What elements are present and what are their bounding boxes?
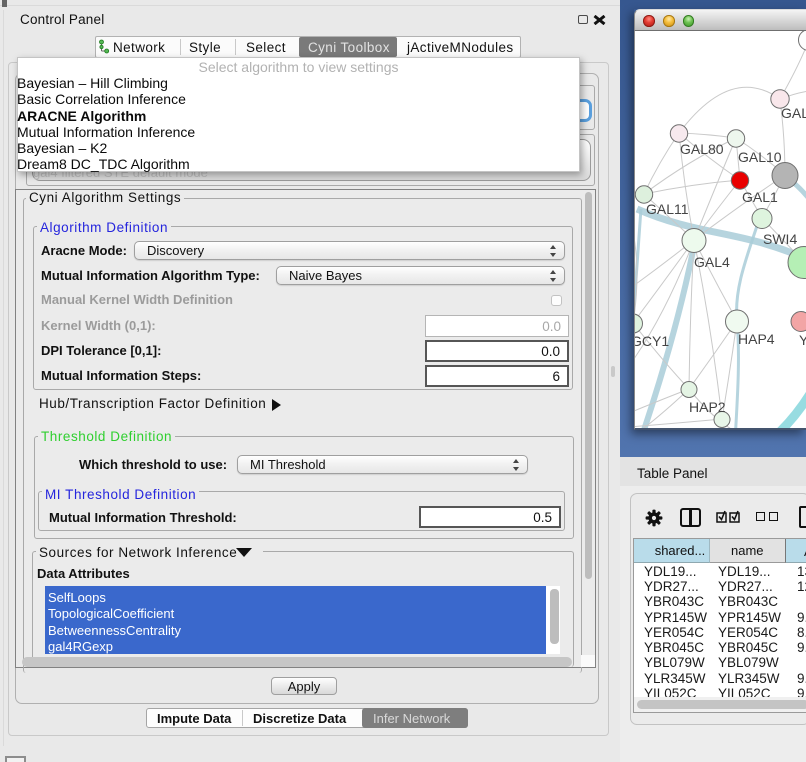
svg-text:HAP4: HAP4 xyxy=(738,331,775,347)
svg-text:GAL7: GAL7 xyxy=(781,105,806,121)
svg-text:GAL80: GAL80 xyxy=(680,141,724,157)
svg-text:GAL4: GAL4 xyxy=(694,254,730,270)
svg-text:GAL10: GAL10 xyxy=(738,149,782,165)
svg-text:Y: Y xyxy=(799,332,806,348)
svg-text:SWI4: SWI4 xyxy=(763,231,797,247)
svg-text:GAL11: GAL11 xyxy=(646,201,689,217)
svg-text:GCY1: GCY1 xyxy=(635,333,669,349)
svg-text:GAL1: GAL1 xyxy=(742,189,778,205)
svg-text:HAP2: HAP2 xyxy=(689,399,726,415)
